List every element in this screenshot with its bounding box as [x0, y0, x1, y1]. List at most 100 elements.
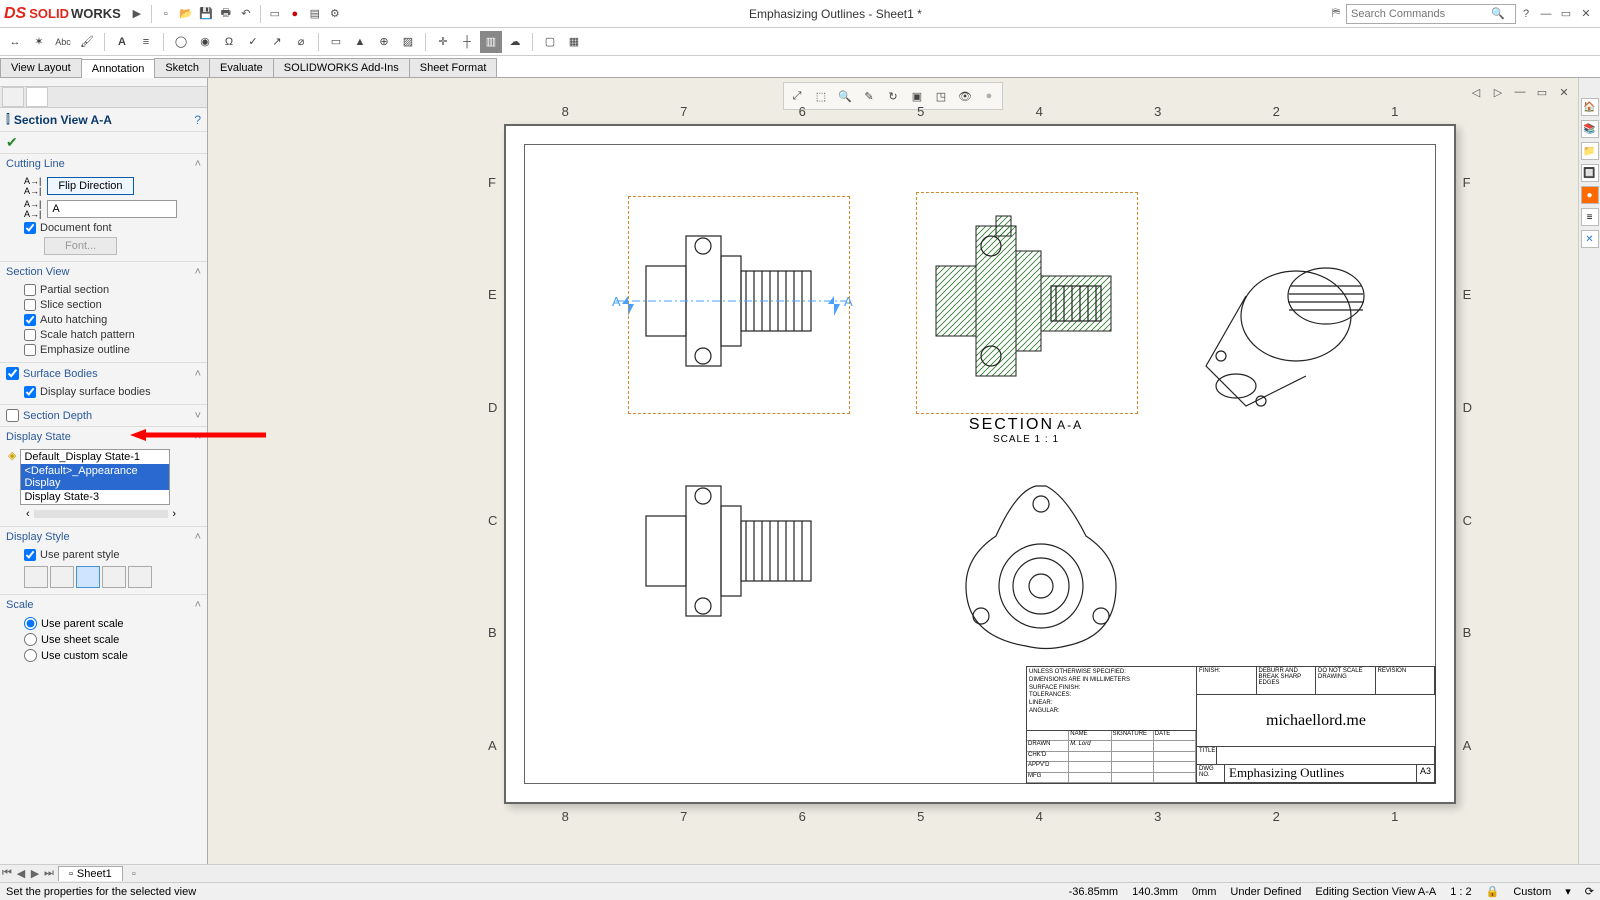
direction1-icon[interactable]: A→|A→| — [24, 176, 41, 196]
restore-icon[interactable]: ▭ — [1556, 4, 1576, 24]
minimize-icon[interactable]: — — [1536, 4, 1556, 24]
taskpane-view-palette-icon[interactable]: 🔲 — [1581, 164, 1599, 182]
search-commands[interactable]: 🔍 — [1346, 4, 1516, 24]
scale-hatch-checkbox[interactable]: Scale hatch pattern — [24, 329, 199, 341]
gtol-icon[interactable]: ▭ — [325, 31, 347, 53]
search-flag-icon[interactable]: ⛿ — [1326, 4, 1346, 24]
use-parent-style-checkbox[interactable]: Use parent style — [24, 549, 199, 561]
magnetic-line-icon[interactable]: Ω — [218, 31, 240, 53]
emphasize-outline-checkbox[interactable]: Emphasize outline — [24, 344, 199, 356]
style-shaded-icon[interactable] — [128, 566, 152, 588]
document-font-checkbox[interactable]: Document font — [24, 222, 199, 234]
sheet-last-icon[interactable]: ⏭ — [42, 867, 56, 880]
fm-tab-tree-icon[interactable] — [2, 87, 24, 107]
help-icon[interactable]: ? — [1516, 4, 1536, 24]
pm-help-icon[interactable]: ? — [194, 113, 201, 127]
auto-balloon-icon[interactable]: ◉ — [194, 31, 216, 53]
area-hatch-icon[interactable]: ▥ — [480, 31, 502, 53]
taskpane-design-library-icon[interactable]: 📚 — [1581, 120, 1599, 138]
display-surface-bodies-checkbox[interactable]: Display surface bodies — [24, 386, 199, 398]
style-shaded-edges-icon[interactable] — [102, 566, 126, 588]
flip-direction-button[interactable]: Flip Direction — [47, 177, 133, 195]
model-items-icon[interactable]: ✶ — [28, 31, 50, 53]
gw-next-icon[interactable]: ▷ — [1488, 82, 1508, 102]
parent-view-selection[interactable] — [628, 196, 850, 414]
gw-minimize-icon[interactable]: — — [1510, 82, 1530, 102]
sheet-prev-icon[interactable]: ◀ — [14, 867, 28, 880]
section-surface-bodies[interactable]: Surface Bodies˄ — [0, 363, 207, 384]
options-table-icon[interactable]: ▤ — [305, 4, 325, 24]
gw-restore-icon[interactable]: ▭ — [1532, 82, 1552, 102]
pm-accept-icon[interactable]: ✔ — [0, 132, 207, 153]
centerline-icon[interactable]: ┼ — [456, 31, 478, 53]
partial-section-checkbox[interactable]: Partial section — [24, 284, 199, 296]
print-icon[interactable]: 🖶 — [216, 4, 236, 24]
status-units[interactable]: Custom — [1513, 886, 1551, 898]
save-icon[interactable]: 💾 — [196, 4, 216, 24]
section-section-view[interactable]: Section View˄ — [0, 262, 207, 282]
style-wireframe-icon[interactable] — [24, 566, 48, 588]
list-item[interactable]: <Default>_Appearance Display — [21, 464, 169, 490]
tab-evaluate[interactable]: Evaluate — [209, 58, 274, 77]
tab-sheet-format[interactable]: Sheet Format — [409, 58, 498, 77]
sheet-first-icon[interactable]: ⏮ — [0, 867, 14, 880]
note-icon[interactable]: A — [111, 31, 133, 53]
taskpane-appearances-icon[interactable]: ● — [1581, 186, 1599, 204]
auto-hatching-checkbox[interactable]: Auto hatching — [24, 314, 199, 326]
gw-close-icon[interactable]: ✕ — [1554, 82, 1574, 102]
section-label-input[interactable] — [47, 200, 177, 218]
tab-addins[interactable]: SOLIDWORKS Add-Ins — [273, 58, 410, 77]
add-sheet-icon[interactable]: ▫ — [127, 868, 141, 880]
new-icon[interactable]: ▫ — [156, 4, 176, 24]
section-display-state[interactable]: Display State˄ — [0, 427, 207, 447]
style-hidden-removed-icon[interactable] — [76, 566, 100, 588]
revision-cloud-icon[interactable]: ☁ — [504, 31, 526, 53]
graphics-area[interactable]: ⤢ ⬚ 🔍 ✎ ↻ ▣ ◳ 👁 ● ◁ ▷ — ▭ ✕ 87654321 876… — [208, 78, 1578, 864]
format-painter-icon[interactable]: 🖌 — [76, 31, 98, 53]
search-input[interactable] — [1351, 8, 1491, 20]
gw-prev-icon[interactable]: ◁ — [1466, 82, 1486, 102]
tab-annotation[interactable]: Annotation — [81, 59, 156, 78]
slice-section-checkbox[interactable]: Slice section — [24, 299, 199, 311]
status-ratio[interactable]: 1 : 2 — [1450, 886, 1471, 898]
status-units-arrow-icon[interactable]: ▾ — [1565, 885, 1571, 898]
datum-feature-icon[interactable]: ▲ — [349, 31, 371, 53]
tab-sketch[interactable]: Sketch — [154, 58, 210, 77]
tables-icon[interactable]: ▦ — [563, 31, 585, 53]
direction2-icon[interactable]: A→|A→| — [24, 199, 41, 219]
open-icon[interactable]: 📂 — [176, 4, 196, 24]
datum-target-icon[interactable]: ⊕ — [373, 31, 395, 53]
surface-finish-icon[interactable]: ✓ — [242, 31, 264, 53]
expand-arrow-icon[interactable]: ▶ — [127, 4, 147, 24]
title-block[interactable]: UNLESS OTHERWISE SPECIFIED: DIMENSIONS A… — [1026, 666, 1436, 784]
spell-check-icon[interactable]: Abc — [52, 31, 74, 53]
settings-gear-icon[interactable]: ⚙ — [325, 4, 345, 24]
style-hidden-visible-icon[interactable] — [50, 566, 74, 588]
display-state-list[interactable]: Default_Display State-1 <Default>_Appear… — [20, 449, 170, 505]
select-icon[interactable]: ▭ — [265, 4, 285, 24]
sheet-next-icon[interactable]: ▶ — [28, 867, 42, 880]
hatch-icon[interactable]: ▨ — [397, 31, 419, 53]
taskpane-file-explorer-icon[interactable]: 📁 — [1581, 142, 1599, 160]
scroll-left-icon[interactable]: ‹ — [26, 508, 30, 520]
block-icon[interactable]: ▢ — [539, 31, 561, 53]
scroll-right-icon[interactable]: › — [172, 508, 176, 520]
section-view-selection[interactable] — [916, 192, 1138, 414]
center-mark-icon[interactable]: ✛ — [432, 31, 454, 53]
section-display-style[interactable]: Display Style˄ — [0, 527, 207, 547]
section-section-depth[interactable]: Section Depth˅ — [0, 405, 207, 426]
fm-tab-pm-icon[interactable] — [26, 87, 48, 107]
undo-icon[interactable]: ↶ — [236, 4, 256, 24]
close-icon[interactable]: ✕ — [1576, 4, 1596, 24]
status-lock-icon[interactable]: 🔒 — [1486, 885, 1500, 898]
linear-pattern-icon[interactable]: ≡ — [135, 31, 157, 53]
smart-dimension-icon[interactable]: ↔ — [4, 31, 26, 53]
balloon-icon[interactable]: ◯ — [170, 31, 192, 53]
search-icon[interactable]: 🔍 — [1491, 7, 1505, 20]
section-cutting-line[interactable]: Cutting Line˄ — [0, 154, 207, 174]
tab-view-layout[interactable]: View Layout — [0, 58, 82, 77]
taskpane-forum-icon[interactable]: ✕ — [1581, 230, 1599, 248]
status-rebuild-icon[interactable]: ⟳ — [1585, 885, 1594, 898]
section-scale[interactable]: Scale˄ — [0, 595, 207, 615]
use-sheet-scale-radio[interactable]: Use sheet scale — [24, 633, 199, 646]
